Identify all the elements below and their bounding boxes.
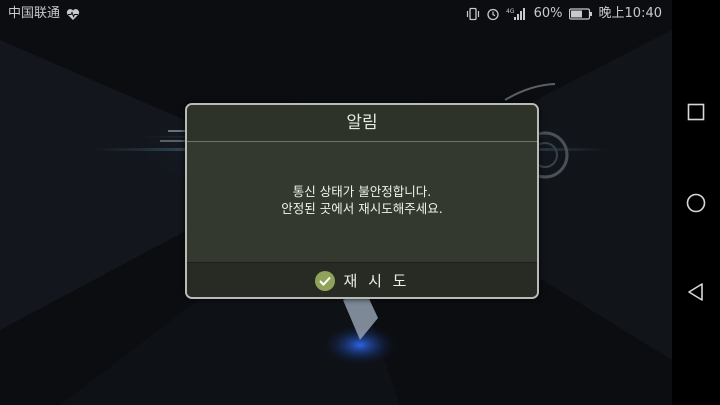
status-left: 中国联通 (8, 0, 80, 28)
circle-icon (686, 193, 706, 213)
check-icon (314, 270, 335, 291)
message-line-2: 안정된 곳에서 재시도해주세요. (281, 201, 443, 216)
status-bar: 中国联通 4G 60% 晚上10:40 (0, 0, 672, 28)
vibrate-icon (466, 7, 480, 21)
navigation-bar (672, 0, 720, 405)
retry-label: 재 시 도 (343, 272, 410, 290)
dialog-title: 알림 (187, 105, 537, 141)
back-button[interactable] (683, 279, 709, 305)
dialog-divider (187, 141, 537, 142)
signal-icon: 4G (506, 7, 528, 21)
recents-button[interactable] (683, 99, 709, 125)
battery-percent: 60% (533, 6, 563, 21)
alert-dialog: 알림 통신 상태가 불안정합니다. 안정된 곳에서 재시도해주세요. 재 시 도 (185, 103, 539, 299)
alarm-icon (486, 7, 500, 21)
back-triangle-icon (688, 283, 703, 301)
status-right: 4G 60% 晚上10:40 (466, 0, 662, 28)
carrier-name: 中国联通 (8, 6, 61, 21)
network-type: 4G (506, 8, 515, 15)
clock-time: 晚上10:40 (598, 6, 662, 21)
square-icon (687, 103, 705, 121)
dialog-message: 통신 상태가 불안정합니다. 안정된 곳에서 재시도해주세요. (187, 183, 537, 217)
retry-button[interactable]: 재 시 도 (187, 262, 537, 297)
message-line-1: 통신 상태가 불안정합니다. (292, 184, 432, 199)
heart-pulse-icon (66, 8, 80, 21)
home-button[interactable] (683, 190, 709, 216)
battery-icon (568, 8, 593, 20)
